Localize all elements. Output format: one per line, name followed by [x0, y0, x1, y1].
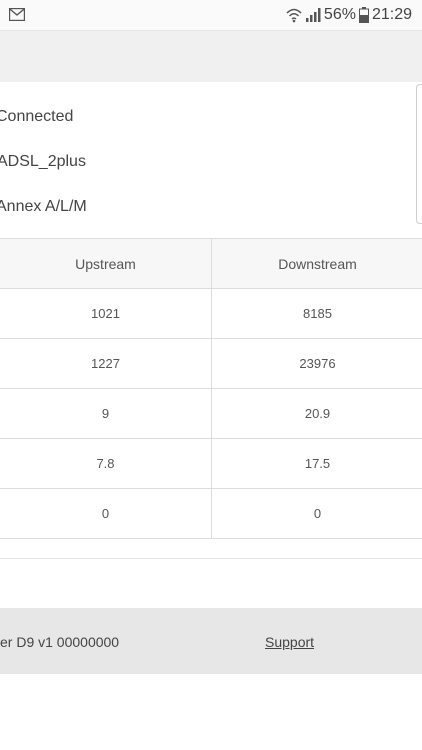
- footer: er D9 v1 00000000 Support: [0, 608, 422, 674]
- section-header-band: [0, 31, 422, 82]
- upstream-cell: 0: [0, 488, 212, 539]
- table-row: 7.8 17.5: [0, 438, 422, 489]
- downstream-cell: 0: [211, 488, 422, 539]
- battery-icon: [358, 7, 369, 23]
- support-link[interactable]: Support: [265, 634, 314, 650]
- table-row: 1227 23976: [0, 338, 422, 389]
- upstream-cell: 1227: [0, 338, 212, 389]
- signal-icon: [305, 8, 321, 22]
- downstream-cell: 17.5: [211, 438, 422, 489]
- upstream-cell: 7.8: [0, 438, 212, 489]
- dsl-mode-value: ADSL_2plus: [0, 153, 86, 170]
- device-info-text: er D9 v1 00000000: [0, 634, 120, 650]
- status-bar: 56% 21:29: [0, 0, 422, 31]
- downstream-cell: 23976: [211, 338, 422, 389]
- dsl-stats-table: Upstream Downstream 1021 8185 1227 23976…: [0, 238, 422, 539]
- downstream-header: Downstream: [211, 238, 422, 289]
- upstream-cell: 1021: [0, 288, 212, 339]
- connection-status-value: Connected: [0, 108, 74, 125]
- upstream-cell: 9: [0, 388, 212, 439]
- panel-scrollbar[interactable]: [416, 84, 422, 224]
- upstream-header: Upstream: [0, 238, 212, 289]
- clock: 21:29: [371, 6, 412, 23]
- table-header-row: Upstream Downstream: [0, 238, 422, 289]
- table-row: 0 0: [0, 488, 422, 539]
- status-indicators: 56% 21:29: [286, 0, 412, 30]
- downstream-cell: 8185: [211, 288, 422, 339]
- battery-percent: 56%: [323, 6, 356, 23]
- connection-info-panel: Connected ADSL_2plus Annex A/L/M: [0, 82, 422, 238]
- table-row: 1021 8185: [0, 288, 422, 339]
- downstream-cell: 20.9: [211, 388, 422, 439]
- mail-icon: [9, 8, 25, 21]
- wifi-icon: [286, 8, 302, 23]
- content-divider: [0, 558, 422, 559]
- table-row: 9 20.9: [0, 388, 422, 439]
- annex-value: Annex A/L/M: [0, 198, 87, 215]
